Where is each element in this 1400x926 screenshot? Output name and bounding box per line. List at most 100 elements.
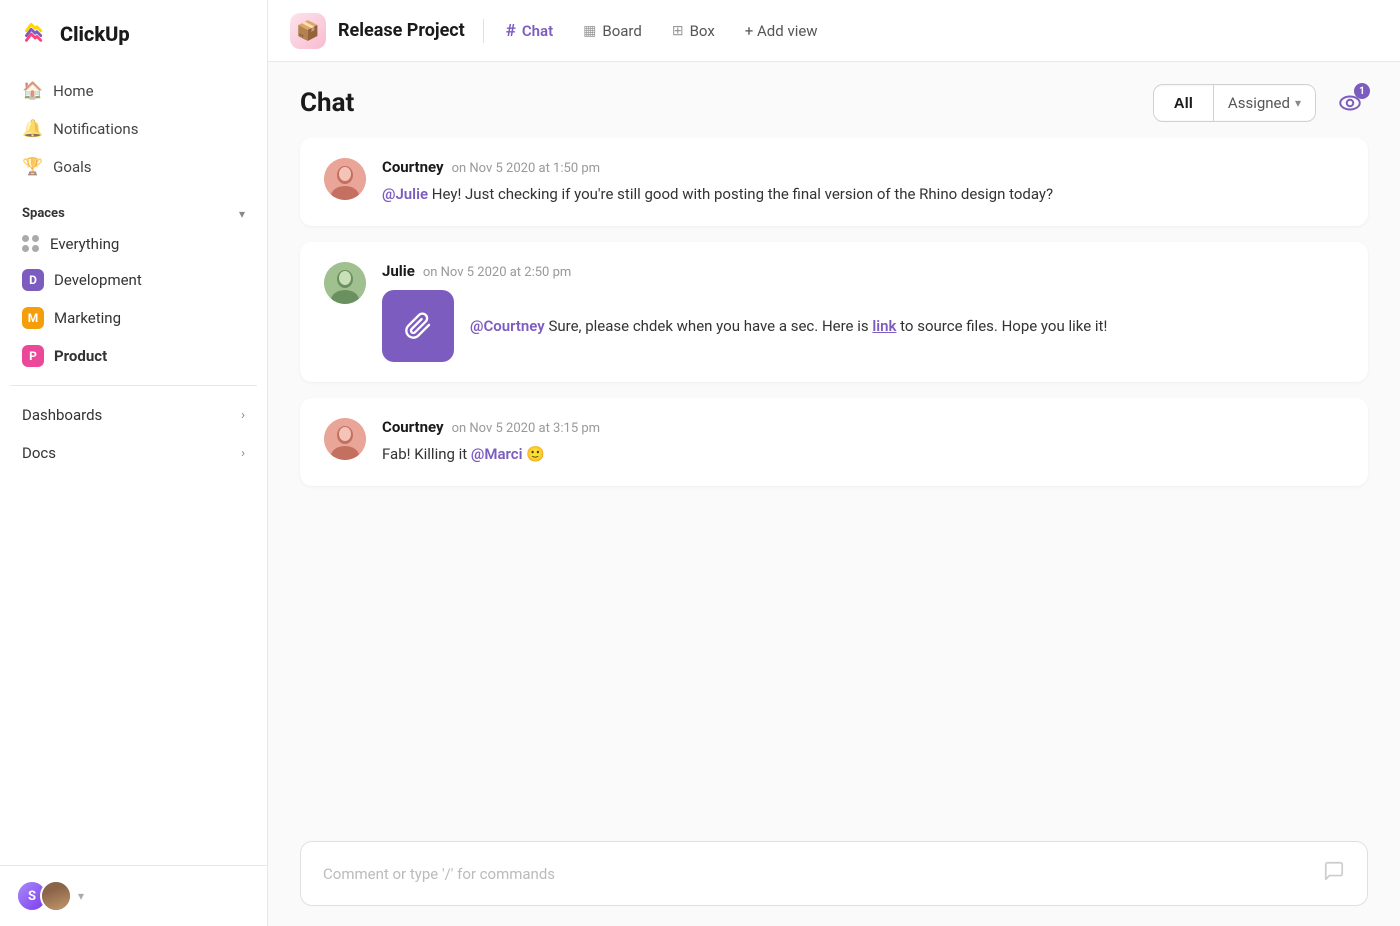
filter-chevron-icon: ▾	[1295, 96, 1301, 110]
sidebar-divider	[10, 385, 257, 386]
user-menu-chevron[interactable]: ▾	[78, 889, 84, 903]
dashboards-chevron-icon: ›	[241, 408, 245, 423]
sidebar-item-home-label: Home	[53, 82, 93, 100]
message-2-attachment-row: @Courtney Sure, please chdek when you ha…	[382, 290, 1344, 362]
filter-group: All Assigned ▾	[1153, 84, 1316, 122]
sidebar-item-everything[interactable]: Everything	[10, 227, 257, 261]
message-1-text: @Julie Hey! Just checking if you're stil…	[382, 182, 1344, 206]
sidebar-item-product-label: Product	[54, 347, 107, 365]
sidebar-item-marketing[interactable]: M Marketing	[10, 299, 257, 337]
spaces-header: Spaces ▾	[0, 196, 267, 227]
bell-icon: 🔔	[22, 119, 43, 139]
avatar-img	[40, 880, 72, 912]
mention-marci[interactable]: @Marci	[471, 445, 523, 463]
source-link[interactable]: link	[872, 317, 896, 335]
sidebar-item-notifications[interactable]: 🔔 Notifications	[10, 110, 257, 148]
messages-list: Courtney on Nov 5 2020 at 1:50 pm @Julie…	[268, 138, 1400, 827]
board-icon: ▦	[583, 23, 596, 39]
message-1: Courtney on Nov 5 2020 at 1:50 pm @Julie…	[300, 138, 1368, 226]
sidebar: ClickUp 🏠 Home 🔔 Notifications 🏆 Goals S…	[0, 0, 268, 926]
message-1-text-body: Hey! Just checking if you're still good …	[432, 185, 1053, 203]
attachment-thumb[interactable]	[382, 290, 454, 362]
sidebar-item-development-label: Development	[54, 271, 142, 289]
sidebar-item-notifications-label: Notifications	[53, 120, 138, 138]
tab-board[interactable]: ▦ Board	[571, 14, 654, 48]
marketing-badge: M	[22, 307, 44, 329]
project-icon: 📦	[290, 13, 326, 49]
message-3-meta: Courtney on Nov 5 2020 at 3:15 pm	[382, 418, 1344, 436]
chat-area: Chat All Assigned ▾ 1	[268, 62, 1400, 926]
project-title: Release Project	[338, 20, 465, 41]
filter-assigned-button[interactable]: Assigned ▾	[1214, 86, 1315, 120]
comment-placeholder: Comment or type '/' for commands	[323, 865, 555, 883]
logo[interactable]: ClickUp	[0, 0, 267, 68]
add-view-label: + Add view	[745, 22, 818, 40]
courtney-avatar-img-3	[324, 418, 366, 460]
avatar-courtney-3	[324, 418, 366, 460]
docs-chevron-icon: ›	[241, 446, 245, 461]
main-area: 📦 Release Project # Chat ▦ Board ⊞ Box +…	[268, 0, 1400, 926]
box-icon: ⊞	[672, 23, 684, 39]
message-3-body: Courtney on Nov 5 2020 at 3:15 pm Fab! K…	[382, 418, 1344, 466]
sidebar-item-docs-label: Docs	[22, 444, 56, 462]
tab-box-label: Box	[690, 22, 715, 40]
sidebar-item-dashboards[interactable]: Dashboards ›	[0, 396, 267, 434]
message-3-time: on Nov 5 2020 at 3:15 pm	[452, 421, 600, 436]
message-3-emoji: 🙂	[526, 445, 545, 463]
watch-button[interactable]: 1	[1332, 85, 1368, 121]
avatar-courtney-1	[324, 158, 366, 200]
watch-count-badge: 1	[1354, 83, 1370, 99]
filter-all-button[interactable]: All	[1154, 87, 1213, 120]
trophy-icon: 🏆	[22, 157, 43, 177]
chat-hash-icon: #	[506, 21, 516, 41]
tab-box[interactable]: ⊞ Box	[660, 14, 727, 48]
paperclip-icon	[404, 312, 432, 340]
avatar-julie	[324, 262, 366, 304]
filter-assigned-label: Assigned	[1228, 94, 1290, 112]
message-2-meta: Julie on Nov 5 2020 at 2:50 pm	[382, 262, 1344, 280]
sidebar-item-docs[interactable]: Docs ›	[0, 434, 267, 472]
message-2-body: Julie on Nov 5 2020 at 2:50 pm @Courtney…	[382, 262, 1344, 362]
message-2: Julie on Nov 5 2020 at 2:50 pm @Courtney…	[300, 242, 1368, 382]
clickup-logo-icon	[20, 18, 52, 50]
sidebar-item-dashboards-label: Dashboards	[22, 406, 102, 424]
topbar-divider	[483, 19, 484, 43]
comment-box-wrapper: Comment or type '/' for commands	[268, 827, 1400, 926]
sidebar-item-goals-label: Goals	[53, 158, 91, 176]
message-1-body: Courtney on Nov 5 2020 at 1:50 pm @Julie…	[382, 158, 1344, 206]
product-badge: P	[22, 345, 44, 367]
message-2-author: Julie	[382, 262, 415, 280]
comment-bubble-icon	[1323, 860, 1345, 887]
comment-input-area[interactable]: Comment or type '/' for commands	[300, 841, 1368, 906]
sidebar-footer: S ▾	[0, 865, 267, 926]
message-1-meta: Courtney on Nov 5 2020 at 1:50 pm	[382, 158, 1344, 176]
home-icon: 🏠	[22, 81, 43, 101]
message-3: Courtney on Nov 5 2020 at 3:15 pm Fab! K…	[300, 398, 1368, 486]
project-emoji: 📦	[296, 19, 320, 42]
avatar-stack: S	[16, 880, 72, 912]
sidebar-item-product[interactable]: P Product	[10, 337, 257, 375]
tab-chat-label: Chat	[522, 22, 553, 40]
tab-board-label: Board	[602, 22, 641, 40]
message-2-text-2: to source files. Hope you like it!	[900, 317, 1107, 335]
sidebar-item-everything-label: Everything	[50, 235, 119, 253]
message-1-time: on Nov 5 2020 at 1:50 pm	[452, 161, 600, 176]
speech-bubble-icon	[1323, 860, 1345, 882]
message-2-text: @Courtney Sure, please chdek when you ha…	[470, 314, 1107, 338]
add-view-button[interactable]: + Add view	[733, 14, 830, 48]
development-badge: D	[22, 269, 44, 291]
mention-courtney[interactable]: @Courtney	[470, 317, 545, 335]
sidebar-item-home[interactable]: 🏠 Home	[10, 72, 257, 110]
spaces-label: Spaces	[22, 206, 65, 221]
sidebar-item-development[interactable]: D Development	[10, 261, 257, 299]
spaces-collapse-icon[interactable]: ▾	[239, 207, 245, 221]
message-2-time: on Nov 5 2020 at 2:50 pm	[423, 265, 571, 280]
mention-julie[interactable]: @Julie	[382, 185, 428, 203]
chat-title: Chat	[300, 88, 354, 118]
message-1-author: Courtney	[382, 158, 444, 176]
everything-grid-icon	[22, 235, 40, 253]
message-3-author: Courtney	[382, 418, 444, 436]
message-3-text-1: Fab! Killing it	[382, 445, 471, 463]
sidebar-item-goals[interactable]: 🏆 Goals	[10, 148, 257, 186]
tab-chat[interactable]: # Chat	[494, 13, 565, 49]
